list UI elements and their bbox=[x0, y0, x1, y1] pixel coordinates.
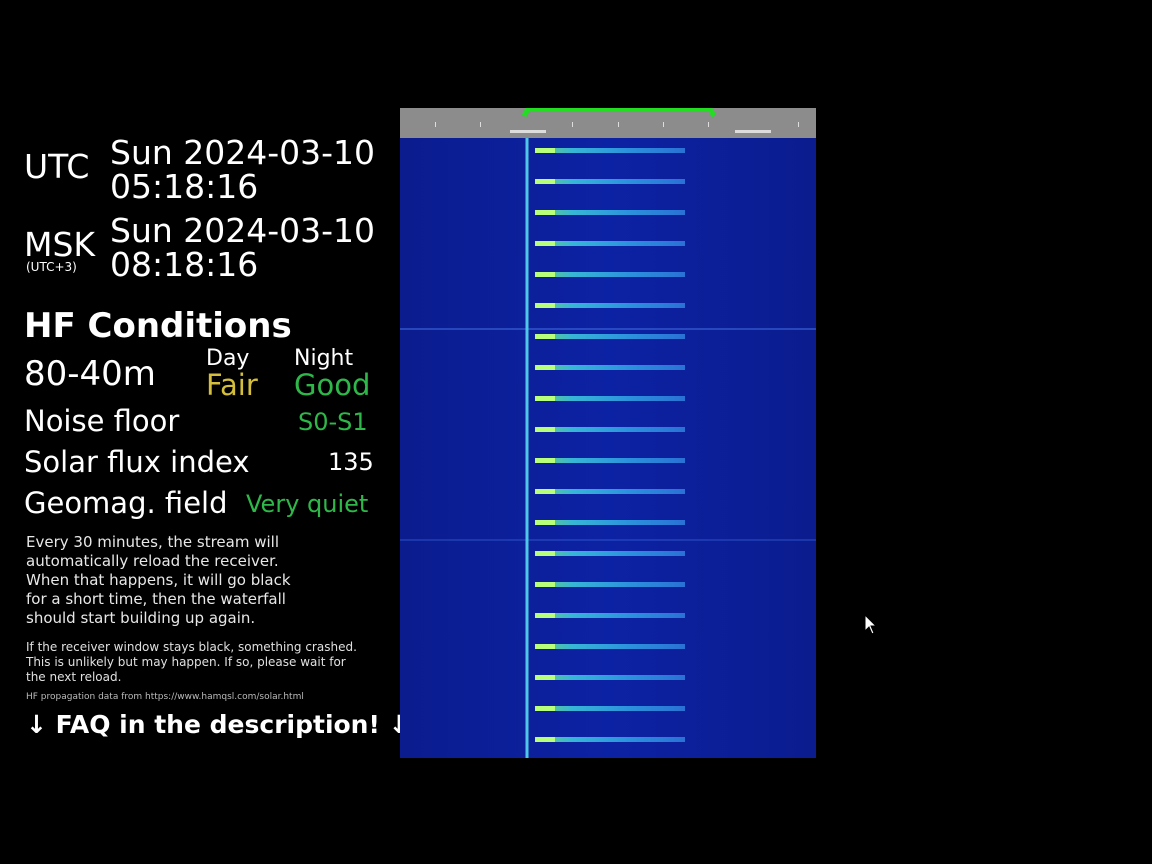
signal-burst bbox=[535, 179, 685, 184]
data-source-note: HF propagation data from https://www.ham… bbox=[26, 692, 304, 702]
signal-burst bbox=[535, 551, 685, 556]
mouse-pointer-icon bbox=[864, 613, 878, 640]
frequency-scale bbox=[400, 108, 816, 138]
msk-date: Sun 2024-03-10 bbox=[110, 211, 376, 250]
signal-burst-head bbox=[535, 706, 555, 711]
msk-label: MSK bbox=[24, 225, 96, 264]
signal-burst-head bbox=[535, 675, 555, 680]
signal-burst-head bbox=[535, 613, 555, 618]
signal-burst bbox=[535, 427, 685, 432]
signal-burst bbox=[535, 520, 685, 525]
signal-burst-head bbox=[535, 179, 555, 184]
signal-burst-head bbox=[535, 644, 555, 649]
signal-burst bbox=[535, 613, 685, 618]
signal-burst bbox=[535, 148, 685, 153]
signal-burst-head bbox=[535, 582, 555, 587]
noise-floor-label: Noise floor bbox=[24, 404, 180, 438]
waterfall-background bbox=[400, 138, 816, 758]
signal-burst-head bbox=[535, 458, 555, 463]
signal-burst-head bbox=[535, 427, 555, 432]
signal-burst-head bbox=[535, 365, 555, 370]
signal-burst bbox=[535, 706, 685, 711]
signal-burst bbox=[535, 396, 685, 401]
solar-flux-value: 135 bbox=[328, 448, 374, 476]
signal-burst bbox=[535, 241, 685, 246]
signal-burst bbox=[535, 675, 685, 680]
signal-burst bbox=[535, 489, 685, 494]
geomag-value: Very quiet bbox=[246, 490, 369, 518]
signal-burst-head bbox=[535, 148, 555, 153]
waterfall-display[interactable] bbox=[400, 106, 816, 758]
msk-time: 08:18:16 bbox=[110, 245, 259, 284]
signal-burst bbox=[535, 365, 685, 370]
waterfall-svg bbox=[400, 106, 816, 758]
band-label: 80-40m bbox=[24, 354, 156, 394]
signal-burst-head bbox=[535, 520, 555, 525]
signal-burst-head bbox=[535, 210, 555, 215]
signal-burst-head bbox=[535, 272, 555, 277]
faq-banner: ↓ FAQ in the description! ↓ bbox=[26, 710, 410, 739]
utc-time: 05:18:16 bbox=[110, 167, 259, 206]
signal-burst bbox=[535, 303, 685, 308]
night-value: Good bbox=[294, 368, 371, 402]
signal-burst-head bbox=[535, 551, 555, 556]
signal-burst bbox=[535, 644, 685, 649]
reload-note: Every 30 minutes, the stream will automa… bbox=[26, 533, 291, 627]
noise-floor-value: S0-S1 bbox=[298, 408, 368, 436]
signal-burst-head bbox=[535, 303, 555, 308]
signal-burst-head bbox=[535, 334, 555, 339]
hf-conditions-title: HF Conditions bbox=[24, 306, 292, 346]
crash-note: If the receiver window stays black, some… bbox=[26, 640, 357, 684]
signal-burst bbox=[535, 272, 685, 277]
msk-offset: (UTC+3) bbox=[26, 260, 77, 274]
utc-date: Sun 2024-03-10 bbox=[110, 133, 376, 172]
solar-flux-label: Solar flux index bbox=[24, 445, 250, 479]
signal-burst bbox=[535, 582, 685, 587]
signal-burst bbox=[535, 210, 685, 215]
signal-burst-head bbox=[535, 241, 555, 246]
signal-burst-head bbox=[535, 489, 555, 494]
geomag-label: Geomag. field bbox=[24, 486, 228, 520]
signal-burst bbox=[535, 737, 685, 742]
signal-burst bbox=[535, 334, 685, 339]
signal-burst-head bbox=[535, 396, 555, 401]
day-value: Fair bbox=[206, 368, 258, 402]
signal-burst bbox=[535, 458, 685, 463]
signal-burst-head bbox=[535, 737, 555, 742]
utc-label: UTC bbox=[24, 147, 90, 186]
